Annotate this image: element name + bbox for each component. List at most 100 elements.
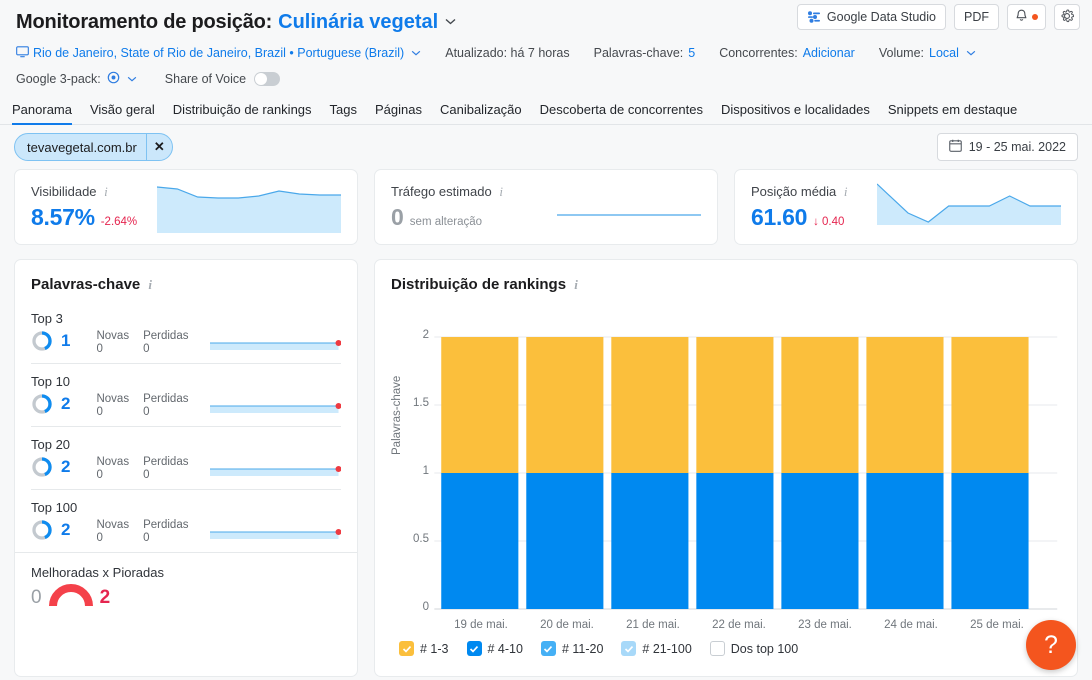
- kpi-posicao-delta: ↓ 0.40: [813, 215, 845, 228]
- position-tracking-page: Monitoramento de posição: Culinária vege…: [0, 0, 1092, 680]
- notifications-button[interactable]: [1007, 4, 1046, 30]
- kpi-trafego-value: 0: [391, 203, 404, 230]
- tab-visao-geral[interactable]: Visão geral: [90, 102, 155, 125]
- location-chevron-down-icon[interactable]: [411, 44, 421, 59]
- keyword-row-lost-label: Perdidas: [143, 393, 189, 405]
- keywords-panel-title-wrap: Palavras-chave i: [15, 260, 357, 293]
- keyword-row-sparkline: [210, 519, 343, 543]
- legend-item-4-10[interactable]: # 4-10: [466, 641, 523, 656]
- checkbox-checked-icon[interactable]: [399, 641, 414, 656]
- legend-item-1-3[interactable]: # 1-3: [399, 641, 449, 656]
- chart-ytick-2: 2: [422, 329, 429, 341]
- tab-descoberta-de-concorrentes[interactable]: Descoberta de concorrentes: [540, 102, 703, 125]
- improved-vs-declined-block: Melhoradas x Pioradas 0 2: [15, 552, 357, 613]
- kpi-posicao-values: 61.60 ↓ 0.40: [751, 204, 871, 231]
- chart-ytick-1: 1: [422, 465, 429, 477]
- keyword-row-lost-value: 0: [143, 469, 150, 481]
- calendar-icon: [948, 139, 962, 155]
- kpi-trafego-left: Tráfego estimado i 0 sem alteração: [391, 184, 551, 231]
- keyword-row-lost: Perdidas 0: [143, 519, 188, 544]
- checkbox-checked-icon[interactable]: [540, 641, 556, 656]
- filter-row: tevavegetal.com.br ✕ 19 - 25 mai. 2022: [0, 125, 1092, 169]
- keyword-row-label: Top 10: [31, 374, 71, 389]
- checkbox-checked-icon[interactable]: [621, 641, 637, 656]
- main-panels-row: Palavras-chave i Top 3 1 Novas 0 Perdida…: [0, 245, 1092, 677]
- kpi-posicao-value: 61.60: [751, 203, 808, 230]
- date-range-picker[interactable]: 19 - 25 mai. 2022: [936, 133, 1078, 161]
- kpi-posicao-label-wrap: Posição média i: [751, 184, 871, 200]
- settings-button[interactable]: [1054, 4, 1080, 30]
- donut-icon: [31, 393, 53, 415]
- keyword-row-label: Top 20: [31, 437, 71, 452]
- legend-label: # 11-20: [561, 641, 604, 656]
- google-3pack-chevron-down-icon[interactable]: [127, 70, 137, 85]
- legend-item-21-100[interactable]: # 21-100: [621, 641, 692, 656]
- tab-panorama[interactable]: Panorama: [12, 102, 72, 125]
- chart-legend: # 1-3 # 4-10 # 11-20 # 21-100 Dos top 10…: [375, 641, 1077, 656]
- tab-snippets-em-destaque[interactable]: Snippets em destaque: [888, 102, 1017, 125]
- tab-paginas[interactable]: Páginas: [375, 102, 422, 125]
- tab-distribuicao-de-rankings[interactable]: Distribuição de rankings: [173, 102, 312, 125]
- notification-dot: [1032, 14, 1038, 20]
- info-icon[interactable]: i: [148, 277, 159, 293]
- domain-filter-chip[interactable]: tevavegetal.com.br ✕: [14, 133, 173, 161]
- section-tabs: Panorama Visão geral Distribuição de ran…: [0, 98, 1092, 125]
- add-competitors-link[interactable]: Adicionar: [803, 46, 855, 60]
- chart-xtick: 20 de mai.: [540, 619, 594, 631]
- pin-icon[interactable]: [107, 71, 120, 87]
- keyword-row-new-label: Novas: [96, 456, 130, 468]
- chevron-down-icon[interactable]: [445, 13, 456, 28]
- chart-panel-title-wrap: Distribuição de rankings i: [375, 260, 1077, 293]
- info-icon[interactable]: i: [499, 184, 510, 200]
- checkbox-unchecked-icon[interactable]: [709, 641, 725, 656]
- kpi-card-posicao-media: Posição média i 61.60 ↓ 0.40: [734, 169, 1078, 245]
- share-of-voice-toggle[interactable]: [254, 72, 281, 86]
- improved-vs-declined-body: 0 2: [31, 582, 341, 613]
- kpi-visibilidade-label: Visibilidade: [31, 183, 97, 199]
- keyword-row-count: 2: [61, 457, 71, 476]
- tab-dispositivos-e-localidades[interactable]: Dispositivos e localidades: [721, 102, 870, 125]
- keyword-row-new: Novas 0: [96, 393, 129, 418]
- tab-canibalizacao[interactable]: Canibalização: [440, 102, 522, 125]
- google-data-studio-button[interactable]: Google Data Studio: [796, 4, 946, 30]
- keyword-row-new-value: 0: [96, 469, 103, 481]
- kpi-visibilidade-delta: -2.64%: [100, 215, 138, 228]
- keyword-row-lost: Perdidas 0: [143, 330, 188, 355]
- volume-value[interactable]: Local: [929, 46, 959, 60]
- pdf-button[interactable]: PDF: [954, 4, 999, 30]
- info-icon[interactable]: i: [574, 277, 585, 293]
- keyword-row-body: 2 Novas 0 Perdidas 0: [31, 519, 343, 544]
- tab-tags[interactable]: Tags: [330, 102, 357, 125]
- keyword-row-count: 2: [61, 520, 71, 539]
- help-button[interactable]: ?: [1026, 620, 1076, 670]
- chart-xtick: 19 de mai.: [454, 619, 508, 631]
- keyword-row-count: 1: [61, 331, 71, 350]
- keyword-row-new: Novas 0: [96, 330, 129, 355]
- meta-row-primary: Rio de Janeiro, State of Rio de Janeiro,…: [16, 42, 1076, 64]
- donut-icon: [31, 519, 53, 541]
- checkbox-checked-icon[interactable]: [466, 641, 482, 656]
- info-icon[interactable]: i: [844, 184, 855, 200]
- page-title: Monitoramento de posição:: [16, 10, 273, 33]
- google-3pack-label: Google 3-pack:: [16, 72, 101, 86]
- location-label[interactable]: Rio de Janeiro, State of Rio de Janeiro,…: [33, 46, 404, 60]
- ranking-distribution-panel: Distribuição de rankings i Palavras-chav…: [374, 259, 1078, 677]
- volume-chevron-down-icon[interactable]: [966, 44, 976, 59]
- kpi-visibilidade-values: 8.57% -2.64%: [31, 204, 151, 231]
- gear-icon: [1060, 8, 1075, 26]
- last-updated: Atualizado: há 7 horas: [445, 46, 570, 60]
- ranking-distribution-chart: Palavras-chave 2 1.5 1 0.5 0 19 de mai. …: [375, 315, 1077, 631]
- info-icon[interactable]: i: [104, 184, 115, 200]
- close-icon[interactable]: ✕: [145, 134, 172, 160]
- declined-count: 2: [99, 586, 111, 608]
- keyword-row-lost: Perdidas 0: [143, 393, 188, 418]
- legend-item-11-20[interactable]: # 11-20: [540, 641, 604, 656]
- keyword-row-label: Top 100: [31, 500, 78, 515]
- legend-item-dos-top-100[interactable]: Dos top 100: [709, 641, 798, 656]
- kpi-visibilidade-left: Visibilidade i 8.57% -2.64%: [31, 184, 151, 231]
- kpi-posicao-left: Posição média i 61.60 ↓ 0.40: [751, 184, 871, 231]
- top-actions: Google Data Studio PDF: [796, 4, 1080, 30]
- project-name[interactable]: Culinária vegetal: [278, 11, 438, 34]
- keyword-row-new: Novas 0: [96, 456, 129, 481]
- kpi-card-trafego-estimado: Tráfego estimado i 0 sem alteração: [374, 169, 718, 245]
